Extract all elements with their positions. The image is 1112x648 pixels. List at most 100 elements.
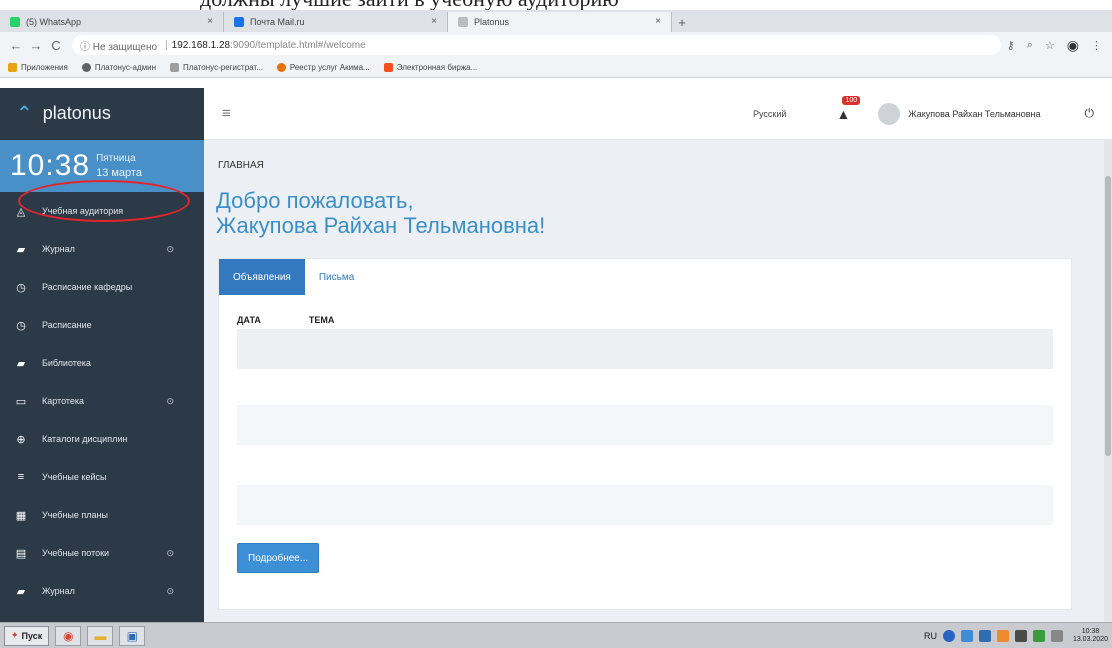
brand-name: platonus — [42, 103, 111, 123]
volume-icon[interactable] — [1014, 629, 1027, 642]
close-icon[interactable]: × — [207, 16, 213, 27]
browser-tab-mail[interactable]: Почта Mail.ru × — [224, 12, 448, 32]
column-date: ДАТА — [237, 315, 261, 325]
new-tab-button[interactable]: + — [672, 12, 692, 32]
page-title: Добро пожаловать, Жакупова Райхан Тельма… — [216, 188, 545, 238]
mail-icon — [234, 17, 244, 27]
sidebar-item-6[interactable]: ⊕ Каталоги дисциплин — [0, 420, 204, 458]
brand[interactable]: ⌃ platonus — [0, 88, 204, 140]
url-field[interactable]: ⓘ Не защищено | 192.168.1.28 :9090/templ… — [72, 35, 1001, 55]
sidebar-item-label: Учебные потоки — [42, 548, 110, 558]
bookmark-platonus-admin[interactable]: Платонус-админ — [81, 63, 157, 72]
page-scrollbar[interactable] — [1104, 140, 1112, 622]
start-button[interactable]: ✦ Пуск — [4, 625, 50, 646]
tray-app-icon[interactable] — [978, 629, 991, 642]
bookmark-label: Платонус-регистрат... — [183, 63, 263, 72]
url-divider: | — [165, 39, 168, 51]
notification-count-badge: 100 — [842, 95, 861, 105]
sidebar-item-2[interactable]: ◷ Расписание кафедры — [0, 268, 204, 306]
star-icon[interactable]: ☆ — [1045, 39, 1055, 52]
tray-app-icon[interactable] — [942, 629, 955, 642]
menu-item-icon: ◬ — [16, 205, 26, 218]
sidebar-item-label: Картотека — [42, 396, 85, 406]
expand-indicator-icon[interactable]: ⊙ — [166, 396, 174, 407]
tray-app-icon[interactable] — [996, 629, 1009, 642]
close-icon[interactable]: × — [655, 16, 661, 27]
reload-button[interactable]: C — [46, 38, 66, 53]
header-right: Русский ▲ 100 Жакупова Райхан Тельмановн… — [753, 95, 1095, 125]
language-selector[interactable]: Русский — [753, 109, 786, 119]
site-icon — [276, 63, 286, 72]
bookmarks-bar: Приложения Платонус-админ Платонус-регис… — [0, 58, 1112, 78]
windows-logo-icon: ✦ — [11, 630, 19, 640]
bookmark-labor-exchange[interactable]: Электронная биржа... — [383, 63, 478, 72]
key-icon[interactable]: ⚷ — [1007, 39, 1015, 52]
sidebar-item-1[interactable]: ▰ Журнал ⊙ — [0, 230, 204, 268]
alert-triangle-icon: ▲ — [836, 105, 851, 122]
tab-label: Почта Mail.ru — [250, 17, 305, 27]
language-indicator[interactable]: RU — [924, 631, 937, 641]
forward-button[interactable]: → — [26, 38, 46, 53]
zoom-icon[interactable]: ⌕ — [1027, 39, 1033, 52]
tray-clock[interactable]: 10:38 13.03.2020 — [1073, 628, 1108, 644]
document-text-strip: должны лучшие зайти в учебную аудиторию — [0, 0, 1112, 10]
taskbar-chrome[interactable]: ◉ — [55, 625, 82, 646]
tab-letters[interactable]: Письма — [305, 259, 368, 295]
bookmark-label: Реестр услуг Акима... — [289, 63, 370, 72]
more-button[interactable]: Подробнее... — [237, 543, 320, 573]
folder-icon: ▬ — [94, 628, 107, 643]
bookmark-label: Платонус-админ — [94, 63, 157, 72]
clock-weekday: Пятница — [96, 153, 136, 164]
tray-app-icon[interactable] — [960, 629, 973, 642]
taskbar-app[interactable]: ▣ — [119, 625, 146, 646]
power-icon[interactable]: ⏻ — [1085, 106, 1095, 121]
sidebar-item-label: Учебные кейсы — [42, 472, 107, 482]
expand-indicator-icon[interactable]: ⊙ — [166, 244, 174, 255]
profile-icon[interactable]: ◉ — [1067, 37, 1079, 54]
hamburger-menu-icon[interactable]: ≡ — [222, 105, 231, 122]
start-label: Пуск — [21, 630, 43, 641]
browser-tab-platonus[interactable]: Platonus × — [448, 12, 672, 32]
menu-icon[interactable]: ⋮ — [1091, 39, 1102, 52]
menu-item-icon: ▭ — [15, 395, 27, 408]
table-row[interactable] — [237, 485, 1053, 525]
notifications-button[interactable]: ▲ 100 — [836, 95, 861, 122]
sidebar-item-3[interactable]: ◷ Расписание — [0, 306, 204, 344]
browser-tab-whatsapp[interactable]: (5) WhatsApp × — [0, 12, 224, 32]
main-content: ГЛАВНАЯ Добро пожаловать, Жакупова Райха… — [204, 140, 1104, 622]
platonus-logo-icon: ⌃ — [16, 103, 33, 125]
scrollbar-thumb[interactable] — [1105, 176, 1111, 456]
bookmark-apps[interactable]: Приложения — [8, 63, 68, 72]
table-row[interactable] — [237, 405, 1053, 445]
sidebar-item-label: Журнал — [42, 244, 75, 254]
taskbar-folder[interactable]: ▬ — [87, 625, 114, 646]
bookmark-akimat-registry[interactable]: Реестр услуг Акима... — [276, 63, 370, 72]
bookmark-label: Электронная биржа... — [396, 63, 478, 72]
sidebar-item-10[interactable]: ▰ Журнал ⊙ — [0, 572, 204, 610]
sidebar-item-7[interactable]: ≡ Учебные кейсы — [0, 458, 204, 496]
site-icon — [383, 63, 393, 72]
close-icon[interactable]: × — [431, 16, 437, 27]
expand-indicator-icon[interactable]: ⊙ — [166, 586, 174, 597]
clock-meta: Пятница 13 марта — [96, 152, 142, 180]
user-name[interactable]: Жакупова Райхан Тельмановна — [908, 109, 1040, 119]
expand-indicator-icon[interactable]: ⊙ — [166, 548, 174, 559]
sidebar-item-8[interactable]: ▦ Учебные планы — [0, 496, 204, 534]
sidebar-item-4[interactable]: ▰ Библиотека — [0, 344, 204, 382]
table-row[interactable] — [237, 329, 1053, 369]
menu-item-icon: ▤ — [15, 547, 27, 560]
back-button[interactable]: ← — [6, 38, 26, 53]
avatar[interactable] — [878, 102, 901, 125]
bookmark-platonus-registrar[interactable]: Платонус-регистрат... — [170, 63, 263, 72]
sidebar-item-0[interactable]: ◬ Учебная аудитория — [0, 180, 204, 230]
sidebar-item-9[interactable]: ▤ Учебные потоки ⊙ — [0, 534, 204, 572]
insecure-label[interactable]: ⓘ Не защищено — [80, 38, 157, 53]
sidebar-item-label: Каталоги дисциплин — [42, 434, 128, 444]
window-icon: ▣ — [126, 628, 138, 643]
table-header: ДАТА ТЕМА — [237, 315, 382, 325]
tray-app-icon[interactable] — [1050, 629, 1063, 642]
sidebar-item-5[interactable]: ▭ Картотека ⊙ — [0, 382, 204, 420]
tab-announcements[interactable]: Объявления — [219, 259, 305, 295]
network-icon[interactable] — [1032, 629, 1045, 642]
sidebar-item-label: Учебные планы — [42, 510, 108, 520]
